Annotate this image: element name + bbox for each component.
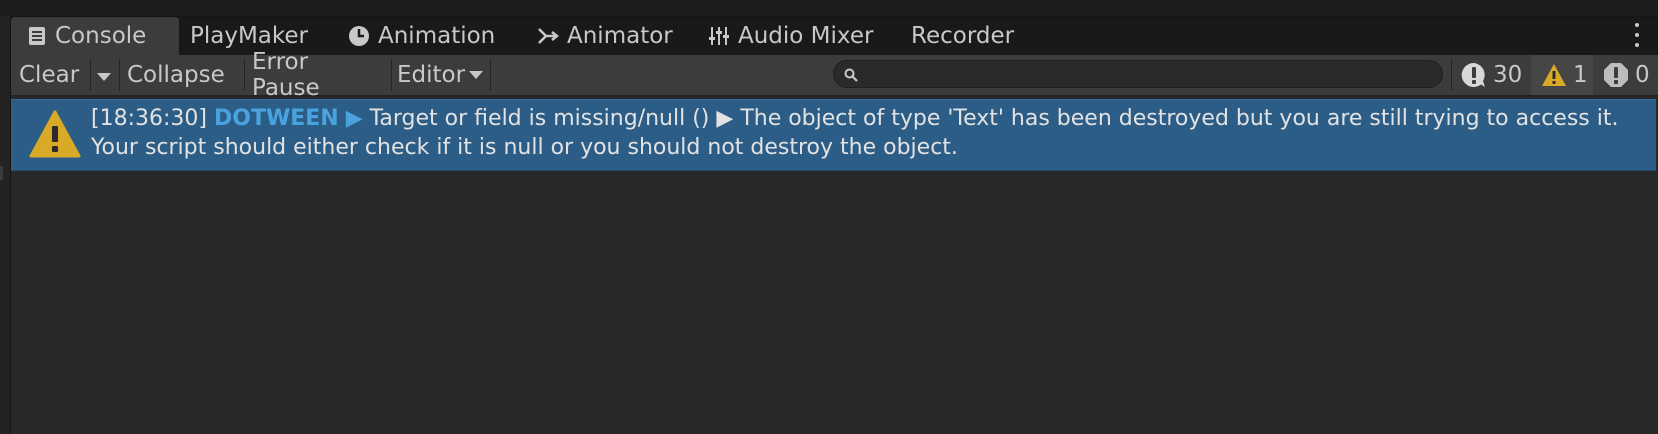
search-field[interactable]: [833, 60, 1443, 89]
more-options-icon[interactable]: [1634, 23, 1640, 47]
editor-label: Editor: [397, 62, 466, 88]
log-line-1: [18:36:30] DOTWEEN ▶ Target or field is …: [91, 104, 1651, 133]
console-toolbar: Clear Collapse Error Pause Editor 30 1 0: [11, 49, 1658, 101]
error-count: 0: [1635, 62, 1650, 88]
console-log-list[interactable]: [18:36:30] DOTWEEN ▶ Target or field is …: [11, 96, 1658, 434]
tab-label: Console: [55, 23, 147, 49]
tab-label: Audio Mixer: [738, 23, 874, 49]
log-timestamp: [18:36:30]: [91, 106, 207, 131]
tab-recorder[interactable]: Recorder: [911, 17, 1041, 55]
clear-label: Clear: [19, 62, 80, 88]
log-message: [18:36:30] DOTWEEN ▶ Target or field is …: [91, 104, 1651, 162]
chevron-down-icon: [97, 62, 111, 88]
info-count-toggle[interactable]: 30: [1457, 55, 1531, 95]
clear-options-dropdown[interactable]: [91, 55, 117, 95]
animator-icon: [537, 26, 559, 46]
left-panel-edge: [0, 16, 11, 434]
resize-notch[interactable]: [0, 166, 3, 180]
search-icon: [844, 67, 858, 86]
clear-button[interactable]: Clear: [19, 55, 89, 95]
info-count: 30: [1493, 62, 1523, 88]
log-entry[interactable]: [18:36:30] DOTWEEN ▶ Target or field is …: [11, 99, 1656, 171]
warning-icon: [29, 110, 81, 162]
search-input[interactable]: [864, 61, 1438, 89]
tab-label: PlayMaker: [190, 23, 309, 49]
error-count-toggle[interactable]: 0: [1599, 55, 1658, 95]
tab-console[interactable]: Console: [11, 17, 179, 55]
top-strip: [0, 0, 1658, 17]
error-pause-button[interactable]: Error Pause: [252, 49, 382, 101]
warning-count: 1: [1573, 62, 1588, 88]
log-tag: DOTWEEN: [213, 106, 339, 131]
play-arrow-icon: ▶: [345, 106, 363, 131]
log-line-2: Your script should either check if it is…: [91, 135, 958, 160]
tab-label: Animation: [378, 23, 496, 49]
clock-icon: [348, 25, 370, 47]
tab-label: Animator: [567, 23, 673, 49]
warning-icon: [1541, 63, 1567, 87]
log-message-part2: The object of type 'Text' has been destr…: [740, 106, 1619, 131]
mixer-sliders-icon: [708, 25, 730, 47]
console-icon: [27, 26, 47, 46]
info-speech-icon: [1461, 62, 1487, 88]
tab-label: Recorder: [911, 23, 1015, 49]
log-message-part1: Target or field is missing/null (): [369, 106, 710, 131]
play-arrow-icon: ▶: [716, 106, 734, 131]
collapse-button[interactable]: Collapse: [127, 55, 237, 95]
warning-count-toggle[interactable]: 1: [1531, 55, 1593, 95]
tab-animator[interactable]: Animator: [537, 17, 697, 55]
editor-dropdown[interactable]: Editor: [397, 55, 497, 95]
chevron-down-icon: [469, 70, 484, 80]
error-icon: [1603, 62, 1629, 88]
tab-audio-mixer[interactable]: Audio Mixer: [708, 17, 888, 55]
collapse-label: Collapse: [127, 62, 225, 88]
error-pause-label: Error Pause: [252, 49, 320, 101]
console-window: Console PlayMaker Animation Animator Aud…: [0, 0, 1658, 434]
